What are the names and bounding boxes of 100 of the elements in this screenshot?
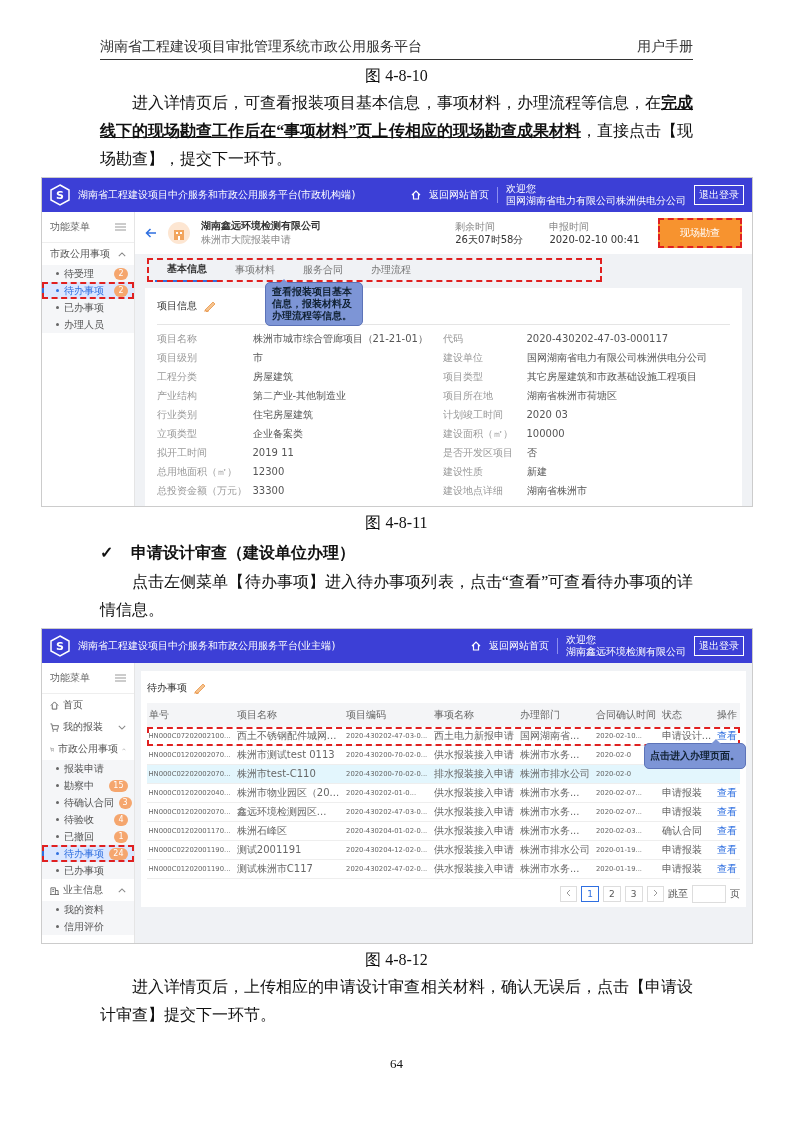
back-arrow-icon[interactable]: [144, 228, 157, 238]
bullet-icon: [55, 869, 59, 872]
sidebar-item[interactable]: 报装申请: [41, 760, 134, 777]
view-link[interactable]: 查看: [716, 863, 737, 874]
app-title: 湖南省工程建设项目中介服务和市政公用服务平台(市政机构端): [77, 188, 357, 202]
menu-icon[interactable]: [114, 674, 126, 682]
table-cell: 申请报装: [659, 859, 715, 879]
sidebar-item[interactable]: 我的报装: [41, 716, 134, 738]
sidebar-item[interactable]: 待办事项 2: [41, 282, 134, 299]
sidebar-item[interactable]: 待办事项 24: [41, 845, 134, 862]
table-cell: 申请报装: [659, 783, 715, 803]
paragraph: 进入详情页后，可查看报装项目基本信息，事项材料，办理流程等信息，在完成线下的现场勘查工作后在“事项材料”页上传相应的现场勘查成果材料，直接点击【现场勘查】，提交下一环节。: [100, 93, 693, 169]
page-button[interactable]: 1: [581, 886, 600, 902]
sidebar-item[interactable]: 业主信息: [41, 879, 134, 901]
page-input[interactable]: [691, 885, 726, 903]
count-badge: 4: [114, 813, 128, 826]
user-name: 国网湖南省电力有限公司株洲供电分公司: [505, 195, 686, 207]
field-value: 33300: [252, 484, 286, 498]
field-value: 房屋建筑: [252, 370, 294, 384]
bullet-icon: [55, 784, 59, 787]
tab[interactable]: 基本信息: [154, 258, 219, 282]
card-title: 项目信息: [156, 299, 197, 313]
stat-value: 26天07时58分: [455, 233, 524, 246]
prev-page-button[interactable]: [560, 886, 578, 902]
cart-icon: [49, 744, 54, 754]
welcome-text: 欢迎您: [565, 634, 597, 646]
field-value: 湖南省株洲市荷塘区: [526, 389, 618, 403]
sidebar-item[interactable]: 待受理 2: [41, 265, 134, 282]
bullet-icon: [55, 908, 59, 911]
sidebar-item[interactable]: 市政公用事项: [41, 738, 134, 760]
column-header: 项目编码: [344, 703, 432, 727]
bullet-icon: [55, 801, 59, 804]
field-value: 2020-430202-47-03-000117: [526, 332, 670, 346]
field-value: 其它房屋建筑和市政基础设施工程项目: [526, 370, 698, 384]
column-header: 合同确认时间: [594, 703, 660, 727]
count-badge: 1: [114, 830, 128, 843]
field-value: 企业备案类: [252, 427, 304, 441]
column-header: 办理部门: [517, 703, 594, 727]
bullet-icon: [55, 306, 59, 309]
count-badge: 2: [114, 267, 128, 280]
tab[interactable]: 办理流程: [358, 258, 423, 282]
tab[interactable]: 事项材料: [222, 258, 287, 282]
sidebar-item[interactable]: 已办事项: [41, 299, 134, 316]
sidebar-item[interactable]: 办理人员: [41, 316, 134, 333]
bullet-icon: [55, 835, 59, 838]
sidebar-item[interactable]: 市政公用事项: [41, 243, 134, 265]
caret-icon: [117, 887, 126, 893]
view-link[interactable]: 查看: [716, 806, 737, 817]
field-value: 株洲市城市综合管廊项目（21-21-01）: [252, 332, 429, 346]
field-value: 新建: [526, 465, 548, 479]
logout-button[interactable]: 退出登录: [693, 185, 744, 205]
table-cell: 供水报装接入申请: [431, 802, 518, 822]
home-link[interactable]: 返回网站首页: [428, 188, 489, 202]
jump-label: 跳至: [667, 887, 688, 901]
sidebar-item[interactable]: 勘察中 15: [41, 777, 134, 794]
field-value: 2020 03: [526, 408, 569, 422]
menu-icon[interactable]: [114, 223, 126, 231]
bullet-icon: [55, 323, 59, 326]
field-label: 工程分类: [156, 370, 198, 384]
cart-icon: [49, 722, 59, 732]
field-label: 建设单位: [442, 351, 484, 365]
field-label: 代码: [442, 332, 464, 346]
sidebar-item[interactable]: 待确认合同 3: [41, 794, 134, 811]
table-cell: 测试株洲市C117: [234, 859, 345, 879]
column-header: 操作: [714, 703, 740, 727]
app-logo: S: [49, 184, 70, 206]
sidebar-item[interactable]: 信用评价: [41, 918, 134, 935]
stat-label: 申报时间: [549, 220, 591, 233]
view-link[interactable]: 查看: [716, 730, 737, 741]
field-value: 住宅房屋建筑: [252, 408, 314, 422]
column-header: 项目名称: [234, 703, 345, 727]
sidebar-item[interactable]: 待验收 4: [41, 811, 134, 828]
sidebar-item[interactable]: 已办事项: [41, 862, 134, 879]
field-label: 计划竣工时间: [442, 408, 504, 422]
field-value: 2019 11: [252, 446, 295, 460]
sidebar-item[interactable]: 首页: [41, 694, 134, 716]
next-page-button[interactable]: [646, 886, 664, 902]
table-cell: 株洲市物业园区（20...: [234, 783, 345, 803]
page-button[interactable]: 3: [624, 886, 643, 902]
table-cell: 供水报装接入申请: [431, 745, 518, 765]
page-button[interactable]: 2: [603, 886, 621, 902]
logout-button[interactable]: 退出登录: [693, 636, 744, 656]
app-logo: S: [49, 635, 70, 657]
tab[interactable]: 服务合同: [290, 258, 355, 282]
bullet-icon: [55, 767, 59, 770]
view-link[interactable]: 查看: [716, 844, 737, 855]
view-link[interactable]: 查看: [716, 825, 737, 836]
home-link[interactable]: 返回网站首页: [488, 639, 549, 653]
request-subtitle: 株洲市大院报装申请: [200, 233, 292, 247]
page-title: 待办事项: [146, 681, 187, 695]
caret-icon: [121, 746, 126, 752]
column-header: 单号: [146, 703, 235, 727]
sidebar-item[interactable]: 我的资料: [41, 901, 134, 918]
sidebar-item[interactable]: 已撤回 1: [41, 828, 134, 845]
table-cell: 株洲市水务...: [517, 821, 594, 841]
view-link[interactable]: 查看: [716, 787, 737, 798]
field-value: 国网湖南省电力有限公司株洲供电分公司: [526, 351, 708, 365]
field-label: 总用地面积（㎡）: [156, 465, 238, 479]
table-cell: 西土电力新报申请: [431, 727, 518, 746]
field-label: 项目类型: [442, 370, 484, 384]
